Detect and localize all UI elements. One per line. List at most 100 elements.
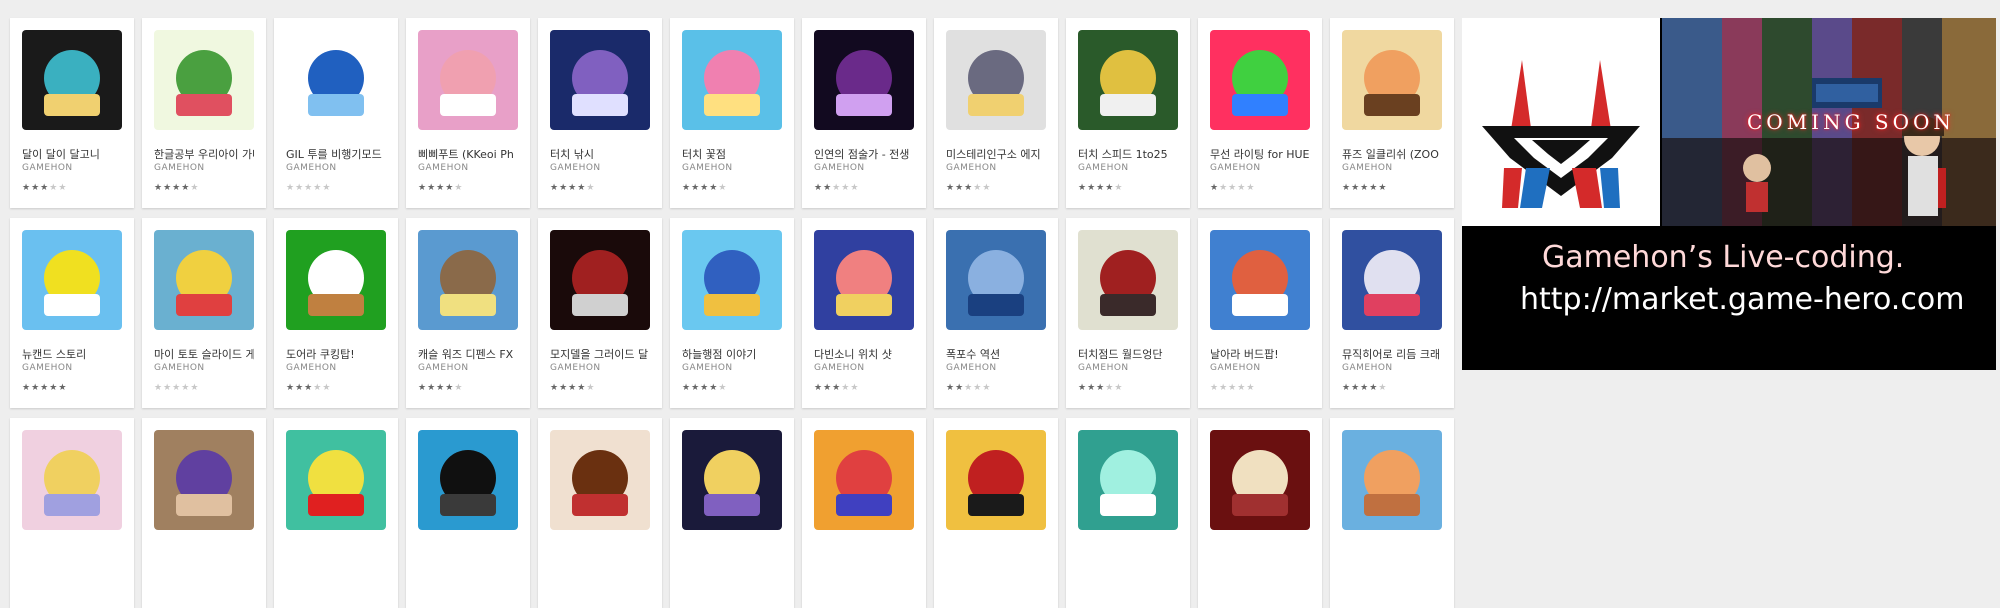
app-card[interactable]: GIL 투를 비행기모드 GAMEHON ★★★★★ xyxy=(274,18,398,208)
app-card[interactable] xyxy=(802,418,926,608)
app-developer[interactable]: GAMEHON xyxy=(1342,363,1442,373)
app-card[interactable]: 폭포수 역션 GAMEHON ★★★★★ xyxy=(934,218,1058,408)
app-title[interactable]: 터치점드 월드엉단 xyxy=(1078,346,1178,362)
app-card[interactable] xyxy=(142,418,266,608)
app-card[interactable] xyxy=(406,418,530,608)
app-card[interactable]: 터치 스피드 1to25 GAMEHON ★★★★★ xyxy=(1066,18,1190,208)
app-developer[interactable]: GAMEHON xyxy=(154,363,254,373)
app-thumbnail[interactable] xyxy=(550,430,650,530)
app-card[interactable] xyxy=(934,418,1058,608)
banner-url[interactable]: http://market.game-hero.com xyxy=(1520,282,1990,317)
app-card[interactable]: 뮤직히어로 리듬 크래 GAMEHON ★★★★★ xyxy=(1330,218,1454,408)
app-card[interactable] xyxy=(10,418,134,608)
app-title[interactable]: 인연의 점술가 - 전생 xyxy=(814,146,914,162)
app-developer[interactable]: GAMEHON xyxy=(682,363,782,373)
app-thumbnail[interactable] xyxy=(1210,30,1310,130)
app-title[interactable]: 다빈소니 위치 샷 xyxy=(814,346,914,362)
app-card[interactable] xyxy=(670,418,794,608)
app-developer[interactable]: GAMEHON xyxy=(682,163,782,173)
app-thumbnail[interactable] xyxy=(1342,230,1442,330)
app-card[interactable]: 캐슬 워즈 디펜스 FX GAMEHON ★★★★★ xyxy=(406,218,530,408)
app-card[interactable]: 미스테리인구소 에지 GAMEHON ★★★★★ xyxy=(934,18,1058,208)
app-thumbnail[interactable] xyxy=(22,230,122,330)
app-thumbnail[interactable] xyxy=(154,430,254,530)
app-title[interactable]: 퓨즈 일클리쉬 (ZOO xyxy=(1342,146,1442,162)
app-title[interactable]: 달이 달이 달고니 xyxy=(22,146,122,162)
app-title[interactable]: 폭포수 역션 xyxy=(946,346,1046,362)
app-thumbnail[interactable] xyxy=(418,430,518,530)
app-card[interactable] xyxy=(1066,418,1190,608)
app-thumbnail[interactable] xyxy=(154,30,254,130)
app-thumbnail[interactable] xyxy=(22,430,122,530)
app-thumbnail[interactable] xyxy=(814,230,914,330)
app-thumbnail[interactable] xyxy=(682,30,782,130)
app-thumbnail[interactable] xyxy=(550,30,650,130)
app-title[interactable]: 무선 라이팅 for HUE xyxy=(1210,146,1310,162)
app-thumbnail[interactable] xyxy=(814,30,914,130)
app-card[interactable]: 터치 꽃점 GAMEHON ★★★★★ xyxy=(670,18,794,208)
app-card[interactable]: 하늘행점 이야기 GAMEHON ★★★★★ xyxy=(670,218,794,408)
app-developer[interactable]: GAMEHON xyxy=(1342,163,1442,173)
app-card[interactable] xyxy=(274,418,398,608)
app-developer[interactable]: GAMEHON xyxy=(1078,163,1178,173)
app-thumbnail[interactable] xyxy=(286,230,386,330)
app-developer[interactable]: GAMEHON xyxy=(814,363,914,373)
app-card[interactable] xyxy=(1330,418,1454,608)
app-developer[interactable]: GAMEHON xyxy=(1210,363,1310,373)
app-title[interactable]: 터치 낚시 xyxy=(550,146,650,162)
app-title[interactable]: 하늘행점 이야기 xyxy=(682,346,782,362)
app-title[interactable]: GIL 투를 비행기모드 xyxy=(286,146,386,162)
app-title[interactable]: 마이 토토 슬라이드 게 xyxy=(154,346,254,362)
app-developer[interactable]: GAMEHON xyxy=(418,163,518,173)
app-developer[interactable]: GAMEHON xyxy=(1210,163,1310,173)
app-card[interactable]: 날아라 버드팝! GAMEHON ★★★★★ xyxy=(1198,218,1322,408)
app-card[interactable]: 도어라 쿠킹탑! GAMEHON ★★★★★ xyxy=(274,218,398,408)
app-developer[interactable]: GAMEHON xyxy=(1078,363,1178,373)
app-card[interactable]: 뉴캔드 스토리 GAMEHON ★★★★★ xyxy=(10,218,134,408)
app-thumbnail[interactable] xyxy=(286,430,386,530)
app-thumbnail[interactable] xyxy=(1078,30,1178,130)
app-developer[interactable]: GAMEHON xyxy=(22,363,122,373)
app-card[interactable]: 터치점드 월드엉단 GAMEHON ★★★★★ xyxy=(1066,218,1190,408)
app-thumbnail[interactable] xyxy=(1342,30,1442,130)
app-title[interactable]: 모지델을 그러이드 달 xyxy=(550,346,650,362)
app-title[interactable]: 날아라 버드팝! xyxy=(1210,346,1310,362)
app-title[interactable]: 터치 꽃점 xyxy=(682,146,782,162)
app-title[interactable]: 삐삐푸트 (KKeoi Ph xyxy=(418,146,518,162)
app-developer[interactable]: GAMEHON xyxy=(22,163,122,173)
app-thumbnail[interactable] xyxy=(1210,430,1310,530)
app-title[interactable]: 뮤직히어로 리듬 크래 xyxy=(1342,346,1442,362)
app-thumbnail[interactable] xyxy=(154,230,254,330)
app-developer[interactable]: GAMEHON xyxy=(286,163,386,173)
app-developer[interactable]: GAMEHON xyxy=(550,163,650,173)
app-thumbnail[interactable] xyxy=(418,30,518,130)
app-thumbnail[interactable] xyxy=(1342,430,1442,530)
app-title[interactable]: 뉴캔드 스토리 xyxy=(22,346,122,362)
promo-banner[interactable]: COMING SOON Gamehon’s Live-coding. http:… xyxy=(1462,18,1996,370)
app-card[interactable]: 터치 낚시 GAMEHON ★★★★★ xyxy=(538,18,662,208)
app-card[interactable]: 한글공부 우리아이 가나다GAMEHON★★★★★ xyxy=(142,18,266,208)
app-card[interactable]: 무선 라이팅 for HUE GAMEHON ★★★★★ xyxy=(1198,18,1322,208)
app-thumbnail[interactable] xyxy=(550,230,650,330)
app-card[interactable]: 모지델을 그러이드 달 GAMEHON ★★★★★ xyxy=(538,218,662,408)
app-thumbnail[interactable] xyxy=(1210,230,1310,330)
app-thumbnail[interactable] xyxy=(946,230,1046,330)
app-title[interactable]: 터치 스피드 1to25 xyxy=(1078,146,1178,162)
app-card[interactable]: 마이 토토 슬라이드 게 GAMEHON ★★★★★ xyxy=(142,218,266,408)
app-card[interactable]: 달이 달이 달고니 GAMEHON ★★★★★ xyxy=(10,18,134,208)
app-thumbnail[interactable] xyxy=(946,30,1046,130)
app-developer[interactable]: GAMEHON xyxy=(418,363,518,373)
app-title[interactable]: 도어라 쿠킹탑! xyxy=(286,346,386,362)
app-card[interactable]: 삐삐푸트 (KKeoi Ph GAMEHON ★★★★★ xyxy=(406,18,530,208)
app-thumbnail[interactable] xyxy=(1078,430,1178,530)
app-developer[interactable]: GAMEHON xyxy=(946,163,1046,173)
app-developer[interactable]: GAMEHON xyxy=(154,163,254,173)
app-card[interactable] xyxy=(538,418,662,608)
app-title[interactable]: 한글공부 우리아이 가나다 xyxy=(154,146,254,162)
app-thumbnail[interactable] xyxy=(1078,230,1178,330)
app-thumbnail[interactable] xyxy=(682,430,782,530)
app-card[interactable]: 퓨즈 일클리쉬 (ZOO GAMEHON ★★★★★ xyxy=(1330,18,1454,208)
app-thumbnail[interactable] xyxy=(418,230,518,330)
app-developer[interactable]: GAMEHON xyxy=(946,363,1046,373)
app-title[interactable]: 미스테리인구소 에지 xyxy=(946,146,1046,162)
